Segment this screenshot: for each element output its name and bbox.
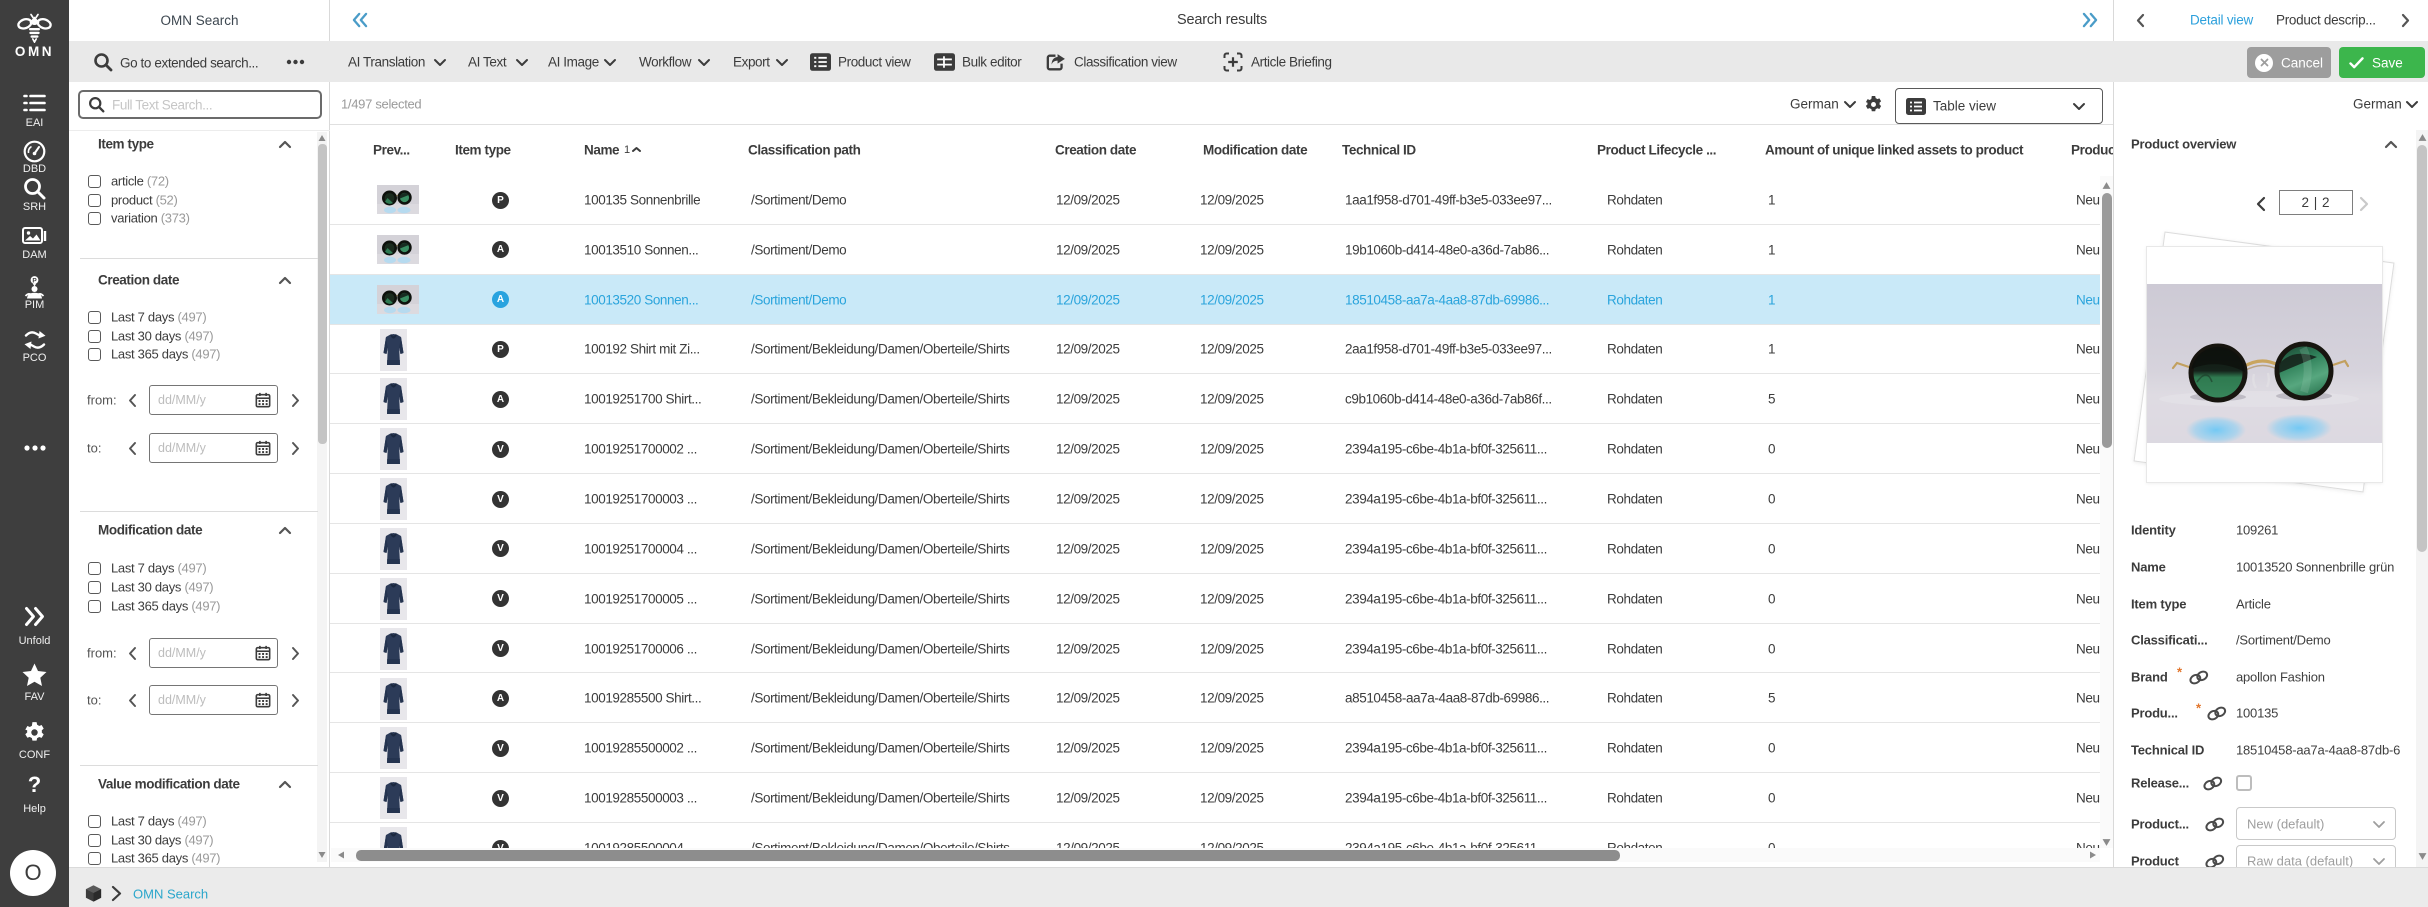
- svg-text:P: P: [32, 277, 37, 284]
